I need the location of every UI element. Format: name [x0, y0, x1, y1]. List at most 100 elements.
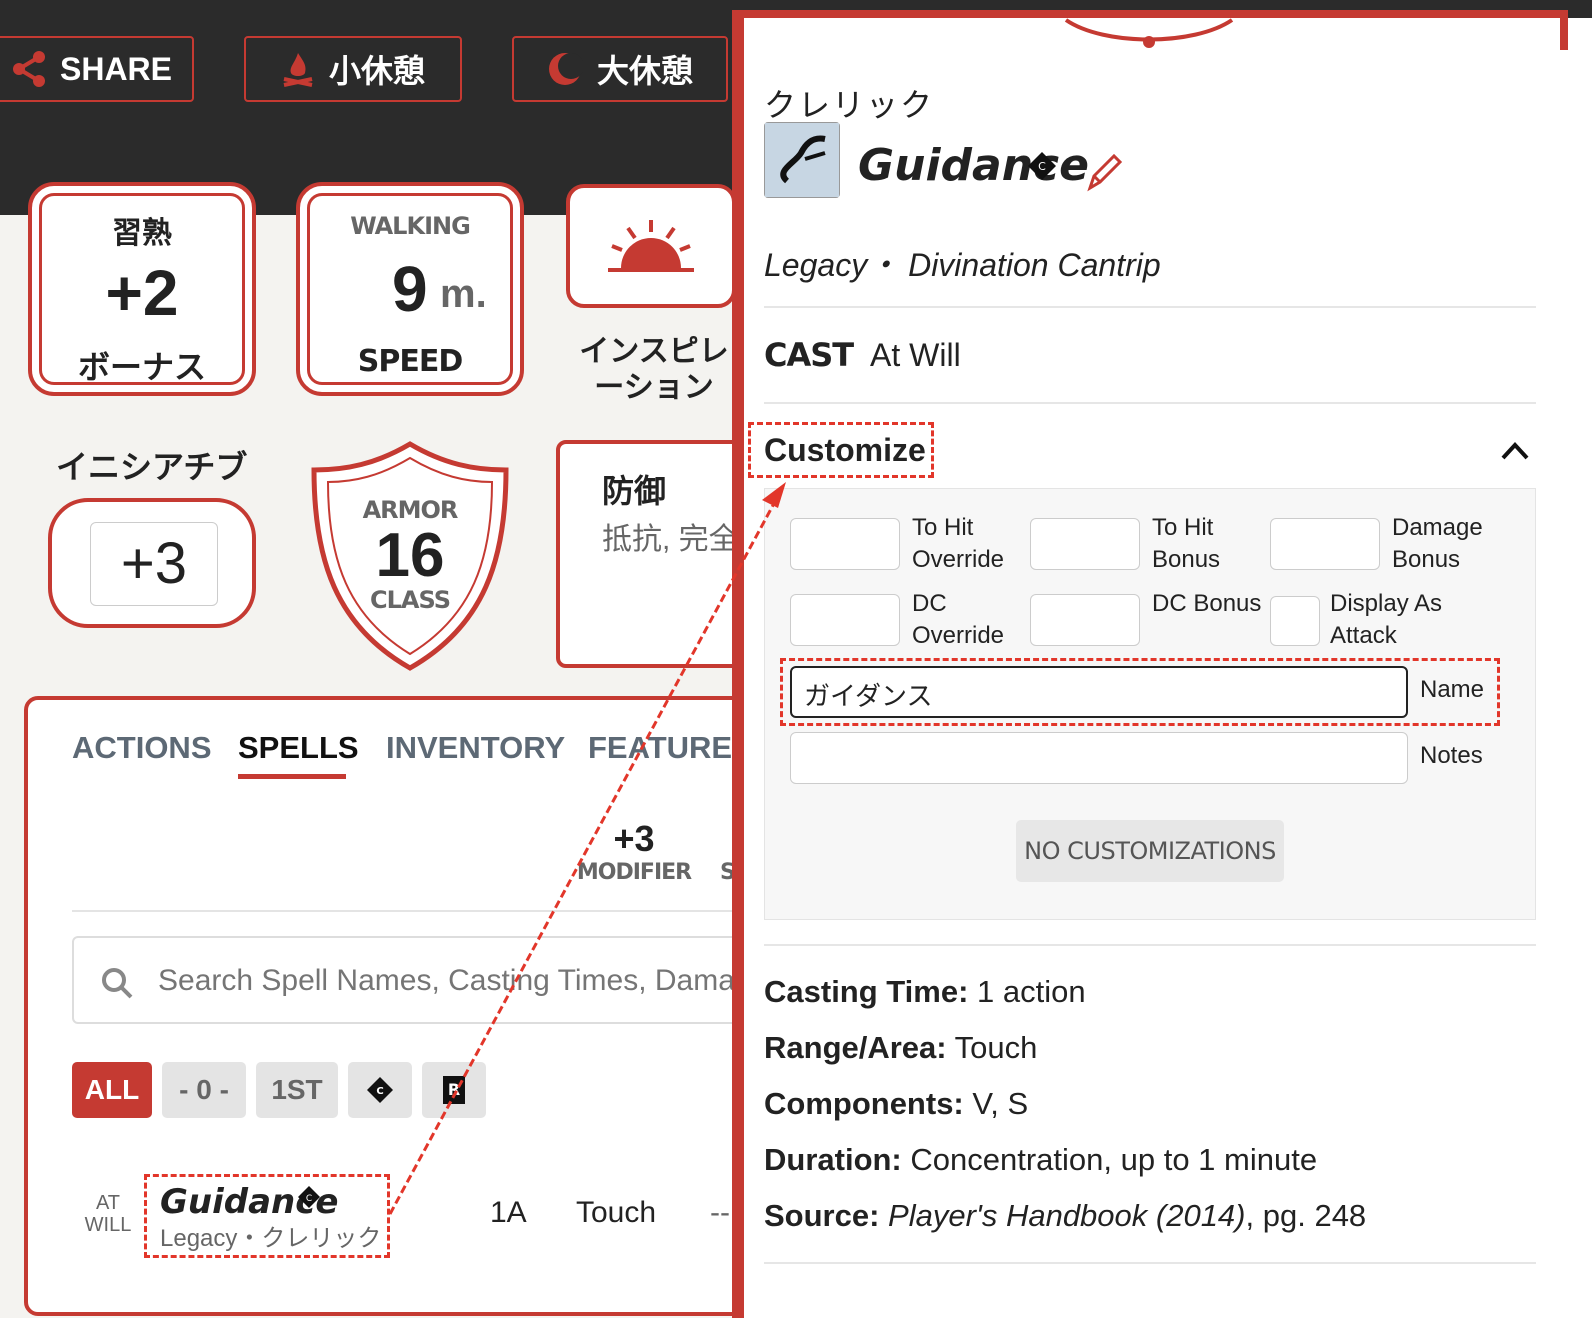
initiative-box: +3 [48, 498, 256, 628]
dc-override-label: DC Override [912, 590, 1005, 649]
filter-cantrip[interactable]: - 0 - [162, 1062, 246, 1118]
initiative-value[interactable]: +3 [90, 522, 218, 606]
filter-all[interactable]: ALL [72, 1062, 152, 1118]
panel-crest-ornament [1064, 18, 1234, 48]
speed-value: 9 [392, 253, 428, 325]
defenses-title: 防御 [602, 473, 667, 509]
proficiency-value: +2 [105, 257, 179, 329]
chevron-up-icon[interactable] [1500, 440, 1530, 462]
to-hit-bonus-label: To Hit Bonus [1152, 514, 1221, 573]
panel-divider [764, 402, 1536, 404]
panel-left-border [732, 18, 744, 1318]
tab-spells[interactable]: SPELLS [238, 730, 359, 766]
speed-box: WALKING 9 m. SPEED [296, 182, 524, 396]
spell-row-time: 1A [490, 1196, 527, 1229]
tab-active-underline [238, 774, 346, 779]
search-input[interactable] [156, 956, 740, 1006]
cast-value: At Will [870, 337, 961, 373]
spell-row-dash: -- [710, 1196, 730, 1229]
spell-at-will: AT WILL [82, 1192, 134, 1236]
prop-key: Components: [764, 1086, 964, 1121]
panel-corner [1560, 10, 1568, 50]
panel-divider [764, 306, 1536, 308]
campfire-icon [283, 53, 313, 87]
spell-will-label: WILL [84, 1214, 132, 1236]
panel-divider [764, 1262, 1536, 1264]
notes-input[interactable] [790, 732, 1408, 784]
proficiency-bottom: ボーナス [77, 349, 206, 385]
prop-range: Range/Area: Touch [764, 1030, 1037, 1066]
annotation-box-name [780, 658, 1500, 726]
notes-label: Notes [1420, 742, 1483, 769]
damage-bonus-input[interactable] [1270, 518, 1380, 570]
cast-label: CAST [764, 336, 854, 374]
spell-search[interactable] [72, 936, 752, 1024]
divider [72, 910, 740, 912]
filter-concentration[interactable]: C [348, 1062, 412, 1118]
defenses-box[interactable]: 防御 抵抗, 完全 [556, 440, 746, 668]
armor-value: 16 [375, 521, 445, 590]
tab-features[interactable]: FEATURES [588, 730, 736, 766]
display-as-attack-label: Display As Attack [1330, 590, 1443, 649]
prop-duration: Duration: Concentration, up to 1 minute [764, 1142, 1317, 1178]
edit-pencil-icon[interactable] [1084, 150, 1124, 192]
prop-key: Duration: [764, 1142, 902, 1177]
spell-modifier-label: MODIFIER [576, 860, 692, 885]
share-button[interactable]: SHARE [0, 36, 194, 102]
proficiency-top: 習熟 [112, 217, 172, 250]
tab-inventory[interactable]: INVENTORY [386, 730, 565, 766]
initiative-label: イニシアチブ [56, 449, 248, 485]
long-rest-label: 大休憩 [596, 53, 693, 89]
prop-value: Concentration, up to 1 minute [910, 1142, 1318, 1177]
spell-modifier-value: +3 [613, 818, 655, 859]
prop-key: Casting Time: [764, 974, 969, 1009]
panel-class-label: クレリック [764, 87, 935, 123]
filter-1st[interactable]: 1ST [256, 1062, 338, 1118]
panel-spell-meta: Legacy・ Divination Cantrip [764, 247, 1161, 283]
prop-value: V, S [972, 1086, 1029, 1121]
annotation-box-customize [748, 422, 934, 478]
inspiration-label: インスピレーション [579, 335, 729, 404]
to-hit-override-input[interactable] [790, 518, 900, 570]
dc-bonus-label: DC Bonus [1152, 590, 1262, 617]
proficiency-bonus-box: 習熟 +2 ボーナス [28, 182, 256, 396]
spell-at-label: AT [95, 1192, 121, 1214]
filter-ritual[interactable]: R [422, 1062, 486, 1118]
no-customizations-button[interactable]: NO CUSTOMIZATIONS [1016, 820, 1284, 882]
long-rest-button[interactable]: 大休憩 [512, 36, 728, 102]
dc-override-input[interactable] [790, 594, 900, 646]
prop-casting-time: Casting Time: 1 action [764, 974, 1086, 1010]
svg-text:R: R [448, 1080, 460, 1099]
annotation-box-spell-row [144, 1174, 390, 1258]
panel-divider [764, 944, 1536, 946]
source-book: Player's Handbook (2014) [888, 1198, 1246, 1233]
short-rest-button[interactable]: 小休憩 [244, 36, 462, 102]
concentration-icon: C [367, 1077, 393, 1103]
speed-unit: m. [440, 272, 487, 316]
source-page: , pg. 248 [1245, 1198, 1367, 1233]
to-hit-bonus-input[interactable] [1030, 518, 1140, 570]
panel-cast: CAST At Will [764, 336, 961, 374]
svg-text:C: C [376, 1086, 383, 1097]
sunrise-icon [608, 220, 694, 272]
inspiration-toggle[interactable] [566, 184, 736, 308]
prop-source: Source: Player's Handbook (2014), pg. 24… [764, 1198, 1366, 1234]
to-hit-override-label: To Hit Override [912, 514, 1005, 573]
concentration-icon: C [1028, 152, 1056, 180]
tab-actions[interactable]: ACTIONS [72, 730, 212, 766]
display-as-attack-checkbox[interactable] [1270, 596, 1320, 646]
prop-key: Range/Area: [764, 1030, 947, 1065]
dc-bonus-input[interactable] [1030, 594, 1140, 646]
prop-components: Components: V, S [764, 1086, 1028, 1122]
prop-key: Source: [764, 1198, 880, 1233]
prop-value: Touch [954, 1030, 1038, 1065]
panel-top-border [732, 10, 1568, 18]
damage-bonus-label: Damage Bonus [1392, 514, 1483, 573]
moon-icon [548, 53, 583, 85]
speed-bottom: SPEED [357, 344, 463, 379]
armor-bottom: CLASS [370, 586, 451, 614]
speed-top: WALKING [350, 212, 471, 240]
search-icon [102, 968, 133, 999]
defenses-text: 抵抗, 完全 [602, 523, 739, 556]
spell-row-range: Touch [576, 1196, 657, 1229]
